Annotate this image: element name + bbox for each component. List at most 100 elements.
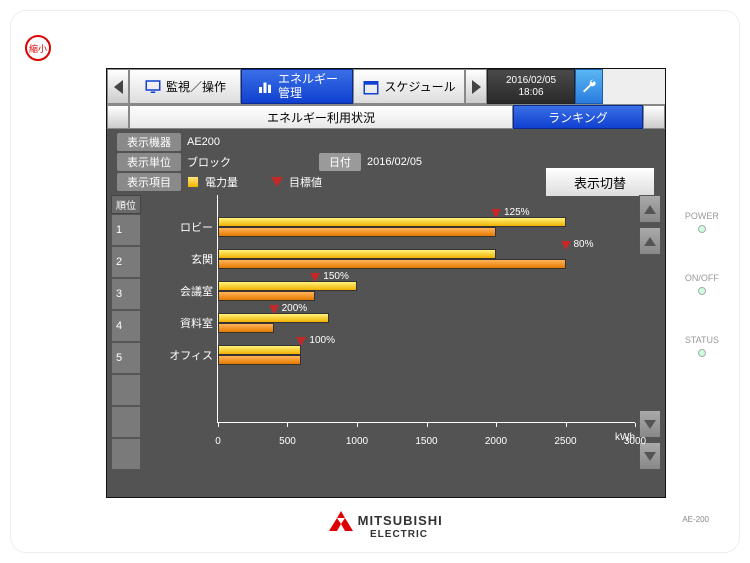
display-toggle-button[interactable]: 表示切替 <box>545 167 655 197</box>
bar-row: 80% <box>218 243 635 275</box>
power-label: POWER <box>685 211 719 221</box>
clock-date: 2016/02/05 <box>488 75 574 87</box>
tab-energy-label2: 管理 <box>278 86 302 100</box>
top-nav: 監視／操作 エネルギー管理 スケジュール 2016/02/05 18:06 <box>107 69 665 105</box>
double-chevron-down-icon <box>644 452 656 461</box>
legend-power-label: 電力量 <box>205 174 265 190</box>
model-label: AE-200 <box>682 515 709 524</box>
category-label: 資料室 <box>141 307 217 339</box>
rank-cell: 5 <box>111 342 141 374</box>
subnav-prev-button[interactable] <box>107 105 129 129</box>
tab-energy-label1: エネルギー <box>278 72 338 86</box>
double-chevron-up-icon <box>644 205 656 214</box>
percent-label: 150% <box>323 271 349 282</box>
rank-header: 順位 <box>111 195 141 214</box>
status-label: STATUS <box>685 335 719 345</box>
bar-row: 100% <box>218 339 635 371</box>
plot-area: 050010001500200025003000125%80%150%200%1… <box>217 195 635 459</box>
legend-power-swatch <box>187 176 199 188</box>
clock: 2016/02/05 18:06 <box>487 69 575 104</box>
bar-row: 150% <box>218 275 635 307</box>
power-bar <box>218 281 357 291</box>
subtab-usage-label: エネルギー利用状況 <box>267 109 375 126</box>
chevron-down-icon <box>644 420 656 429</box>
info-panel: 表示機器 AE200 表示単位 ブロック 日付 2016/02/05 表示項目 … <box>107 129 665 195</box>
target-bar <box>218 355 301 365</box>
tab-schedule-label: スケジュール <box>384 78 455 95</box>
target-marker-icon <box>269 305 279 314</box>
unit-label: 表示単位 <box>117 153 181 171</box>
bar-chart-icon <box>256 78 274 96</box>
category-label: 玄関 <box>141 243 217 275</box>
subtab-usage[interactable]: エネルギー利用状況 <box>129 105 513 129</box>
sub-nav: エネルギー利用状況 ランキング <box>107 105 665 129</box>
scroll-buttons <box>639 195 661 470</box>
category-label: オフィス <box>141 339 217 371</box>
target-bar <box>218 259 566 269</box>
device-label: 表示機器 <box>117 133 181 151</box>
tab-monitor[interactable]: 監視／操作 <box>129 69 241 104</box>
rank-column: 順位 12345 <box>111 195 141 470</box>
device-value: AE200 <box>187 136 247 148</box>
nav-prev-button[interactable] <box>107 69 129 104</box>
power-bar <box>218 217 566 227</box>
settings-button[interactable] <box>575 69 603 104</box>
scroll-top-button[interactable] <box>639 195 661 223</box>
subtab-ranking[interactable]: ランキング <box>513 105 643 129</box>
brand-name-2: ELECTRIC <box>132 529 666 540</box>
percent-label: 200% <box>282 303 308 314</box>
brand-name-1: MITSUBISHI <box>358 513 443 528</box>
tab-energy[interactable]: エネルギー管理 <box>241 69 353 104</box>
category-column: ロビー玄関会議室資料室オフィス <box>141 195 217 470</box>
percent-label: 80% <box>574 239 594 250</box>
display-toggle-label: 表示切替 <box>574 173 626 192</box>
scroll-up-button[interactable] <box>639 227 661 255</box>
rank-cell <box>111 438 141 470</box>
axis-unit: kWh <box>615 432 635 443</box>
power-bar <box>218 345 301 355</box>
unit-value: ブロック <box>187 154 247 170</box>
rank-cell <box>111 406 141 438</box>
wrench-icon <box>581 79 597 95</box>
category-label <box>141 403 217 435</box>
target-bar <box>218 291 315 301</box>
status-leds: POWER ON/OFF STATUS <box>685 211 719 397</box>
percent-label: 100% <box>309 335 335 346</box>
clock-time: 18:06 <box>488 87 574 99</box>
legend-target-label: 目標値 <box>289 174 349 190</box>
monitor-icon <box>144 78 162 96</box>
tab-schedule[interactable]: スケジュール <box>353 69 465 104</box>
brand-logo: MITSUBISHI ELECTRIC <box>106 511 666 540</box>
bar-row: 200% <box>218 307 635 339</box>
category-label <box>141 371 217 403</box>
target-bar <box>218 323 274 333</box>
rank-cell: 2 <box>111 246 141 278</box>
date-label: 日付 <box>319 153 361 171</box>
rank-cell: 1 <box>111 214 141 246</box>
bar-row: 125% <box>218 211 635 243</box>
chevron-left-icon <box>114 80 123 94</box>
shrink-button[interactable]: 縮小 <box>25 35 51 61</box>
chart: 順位 12345 ロビー玄関会議室資料室オフィス 050010001500200… <box>107 195 665 470</box>
category-label: 会議室 <box>141 275 217 307</box>
onoff-label: ON/OFF <box>685 273 719 283</box>
item-label: 表示項目 <box>117 173 181 191</box>
subtab-ranking-label: ランキング <box>548 109 608 126</box>
nav-next-button[interactable] <box>465 69 487 104</box>
rank-cell: 3 <box>111 278 141 310</box>
target-marker-icon <box>561 241 571 250</box>
scroll-down-button[interactable] <box>639 410 661 438</box>
chevron-up-icon <box>644 237 656 246</box>
category-label: ロビー <box>141 211 217 243</box>
date-value: 2016/02/05 <box>367 156 427 168</box>
tab-monitor-label: 監視／操作 <box>166 78 226 95</box>
target-marker-icon <box>310 273 320 282</box>
percent-label: 125% <box>504 207 530 218</box>
subnav-next-button[interactable] <box>643 105 665 129</box>
power-bar <box>218 249 496 259</box>
target-marker-icon <box>491 209 501 218</box>
category-label <box>141 435 217 467</box>
target-marker-icon <box>296 337 306 346</box>
rank-cell: 4 <box>111 310 141 342</box>
mitsubishi-icon <box>329 511 353 531</box>
